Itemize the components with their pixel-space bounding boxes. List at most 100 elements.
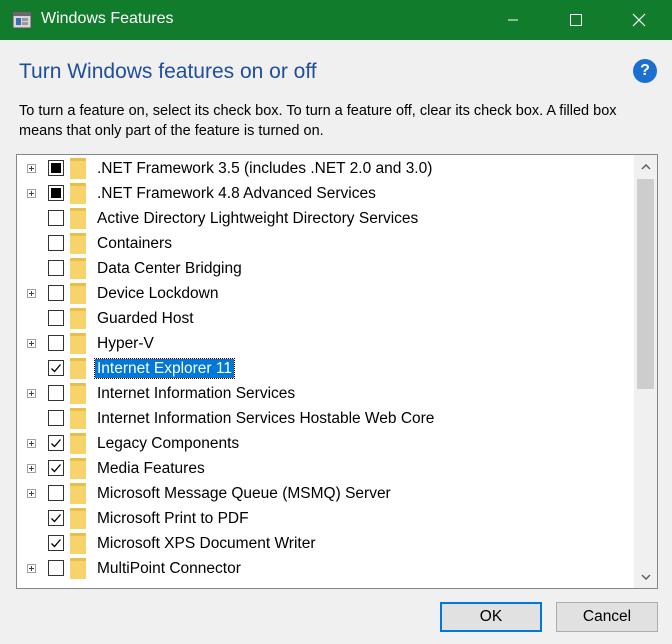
feature-checkbox[interactable]	[48, 435, 64, 451]
ok-button[interactable]: OK	[440, 602, 542, 632]
feature-checkbox[interactable]	[48, 535, 64, 551]
feature-checkbox[interactable]	[48, 310, 64, 326]
scroll-down-button[interactable]	[634, 565, 657, 588]
folder-icon	[70, 233, 86, 254]
expand-plus-icon[interactable]	[27, 564, 36, 573]
feature-checkbox[interactable]	[48, 510, 64, 526]
features-tree[interactable]: .NET Framework 3.5 (includes .NET 2.0 an…	[16, 154, 658, 589]
feature-row[interactable]: Internet Information Services	[17, 381, 633, 406]
feature-row[interactable]: Containers	[17, 231, 633, 256]
feature-checkbox[interactable]	[48, 210, 64, 226]
feature-label[interactable]: Media Features	[95, 459, 207, 478]
feature-label[interactable]: Microsoft Message Queue (MSMQ) Server	[95, 484, 393, 503]
feature-label[interactable]: .NET Framework 3.5 (includes .NET 2.0 an…	[95, 159, 434, 178]
checkmark-icon	[51, 464, 61, 473]
feature-label[interactable]: Guarded Host	[95, 309, 196, 328]
feature-label[interactable]: Microsoft Print to PDF	[95, 509, 251, 528]
feature-row[interactable]: Legacy Components	[17, 431, 633, 456]
scroll-up-button[interactable]	[634, 155, 657, 178]
feature-label[interactable]: Internet Information Services	[95, 384, 297, 403]
folder-icon	[70, 408, 86, 429]
feature-row[interactable]: Data Center Bridging	[17, 256, 633, 281]
folder-icon	[70, 183, 86, 204]
checkmark-icon	[51, 364, 61, 373]
description-text: To turn a feature on, select its check b…	[19, 103, 617, 139]
feature-row[interactable]: Microsoft Message Queue (MSMQ) Server	[17, 481, 633, 506]
folder-icon	[70, 383, 86, 404]
minimize-icon	[508, 19, 518, 21]
folder-icon	[70, 258, 86, 279]
windows-features-icon	[11, 9, 33, 31]
feature-checkbox[interactable]	[48, 360, 64, 376]
feature-checkbox[interactable]	[48, 560, 64, 576]
folder-icon	[70, 308, 86, 329]
feature-row[interactable]: Microsoft XPS Document Writer	[17, 531, 633, 556]
help-icon[interactable]: ?	[633, 59, 657, 83]
feature-row[interactable]: .NET Framework 3.5 (includes .NET 2.0 an…	[17, 156, 633, 181]
feature-checkbox[interactable]	[48, 185, 64, 201]
checkmark-icon	[51, 539, 61, 548]
feature-label[interactable]: Internet Information Services Hostable W…	[95, 409, 436, 428]
expand-plus-icon[interactable]	[27, 439, 36, 448]
folder-icon	[70, 483, 86, 504]
expand-plus-icon[interactable]	[27, 489, 36, 498]
feature-checkbox[interactable]	[48, 260, 64, 276]
feature-row[interactable]: Device Lockdown	[17, 281, 633, 306]
feature-label[interactable]: Hyper-V	[95, 334, 156, 353]
feature-row[interactable]: Guarded Host	[17, 306, 633, 331]
checkmark-icon	[51, 439, 61, 448]
feature-label[interactable]: Data Center Bridging	[95, 259, 244, 278]
close-icon	[632, 13, 646, 27]
feature-row[interactable]: Microsoft Print to PDF	[17, 506, 633, 531]
feature-row[interactable]: MultiPoint Connector	[17, 556, 633, 581]
chevron-down-icon	[640, 573, 651, 580]
expand-plus-icon[interactable]	[27, 164, 36, 173]
folder-icon	[70, 283, 86, 304]
folder-icon	[70, 508, 86, 529]
window-title: Windows Features	[41, 10, 174, 27]
minimize-button[interactable]	[490, 0, 536, 40]
feature-checkbox[interactable]	[48, 485, 64, 501]
cancel-button[interactable]: Cancel	[556, 602, 658, 632]
feature-checkbox[interactable]	[48, 160, 64, 176]
feature-row[interactable]: Active Directory Lightweight Directory S…	[17, 206, 633, 231]
expand-plus-icon[interactable]	[27, 289, 36, 298]
maximize-icon	[570, 14, 582, 26]
checkmark-icon	[51, 514, 61, 523]
feature-label[interactable]: .NET Framework 4.8 Advanced Services	[95, 184, 378, 203]
folder-icon	[70, 208, 86, 229]
feature-label[interactable]: Internet Explorer 11	[94, 358, 235, 379]
expand-plus-icon[interactable]	[27, 189, 36, 198]
folder-icon	[70, 333, 86, 354]
folder-icon	[70, 158, 86, 179]
folder-icon	[70, 358, 86, 379]
folder-icon	[70, 558, 86, 579]
folder-icon	[70, 433, 86, 454]
feature-checkbox[interactable]	[48, 235, 64, 251]
feature-checkbox[interactable]	[48, 385, 64, 401]
feature-label[interactable]: MultiPoint Connector	[95, 559, 243, 578]
title-bar[interactable]: Windows Features	[0, 0, 672, 40]
feature-checkbox[interactable]	[48, 410, 64, 426]
page-title: Turn Windows features on or off	[19, 60, 317, 83]
scroll-thumb[interactable]	[637, 179, 654, 389]
feature-row[interactable]: Hyper-V	[17, 331, 633, 356]
feature-label[interactable]: Microsoft XPS Document Writer	[95, 534, 318, 553]
feature-checkbox[interactable]	[48, 460, 64, 476]
feature-label[interactable]: Active Directory Lightweight Directory S…	[95, 209, 420, 228]
expand-plus-icon[interactable]	[27, 389, 36, 398]
feature-label[interactable]: Device Lockdown	[95, 284, 220, 303]
close-button[interactable]	[616, 0, 662, 40]
feature-row[interactable]: .NET Framework 4.8 Advanced Services	[17, 181, 633, 206]
expand-plus-icon[interactable]	[27, 464, 36, 473]
expand-plus-icon[interactable]	[27, 339, 36, 348]
feature-label[interactable]: Legacy Components	[95, 434, 241, 453]
feature-row[interactable]: Internet Explorer 11	[17, 356, 633, 381]
feature-row[interactable]: Media Features	[17, 456, 633, 481]
feature-label[interactable]: Containers	[95, 234, 174, 253]
feature-row[interactable]: Internet Information Services Hostable W…	[17, 406, 633, 431]
maximize-button[interactable]	[553, 0, 599, 40]
vertical-scrollbar[interactable]	[634, 155, 657, 588]
feature-checkbox[interactable]	[48, 335, 64, 351]
feature-checkbox[interactable]	[48, 285, 64, 301]
